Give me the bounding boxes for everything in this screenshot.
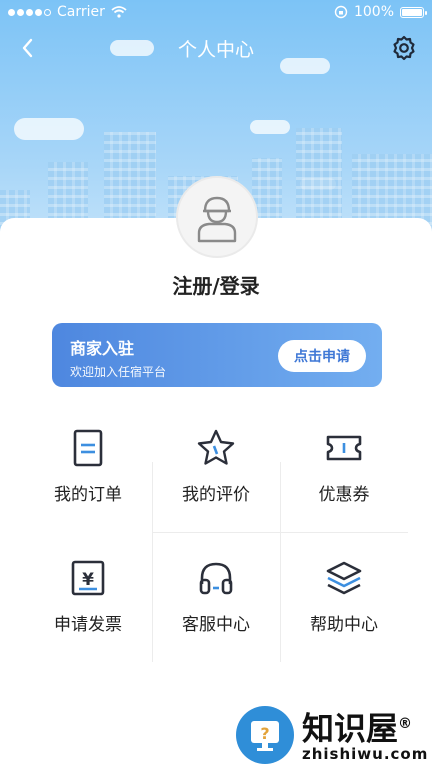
carrier-label: Carrier [57, 4, 105, 20]
coupon-icon [326, 435, 362, 461]
watermark-logo-icon: ? [236, 706, 294, 764]
menu-label: 客服中心 [182, 615, 250, 635]
merchant-banner: 商家入驻 欢迎加入任宿平台 点击申请 [52, 323, 382, 387]
cloud [250, 120, 290, 134]
layers-icon [326, 561, 362, 595]
svg-text:¥: ¥ [82, 570, 94, 590]
login-register-link[interactable]: 注册/登录 [0, 270, 432, 299]
menu-item-reviews[interactable]: 我的评价 [152, 410, 280, 532]
menu-label: 帮助中心 [310, 615, 378, 635]
menu-label: 我的评价 [182, 485, 250, 505]
page-title: 个人中心 [177, 38, 254, 61]
menu-item-invoice[interactable]: ¥ 申请发票 [24, 540, 152, 662]
cloud [14, 118, 84, 140]
divider [152, 532, 408, 533]
menu-item-help[interactable]: 帮助中心 [280, 540, 408, 662]
avatar[interactable] [176, 176, 258, 258]
user-avatar-icon [197, 196, 237, 243]
nav-bar: 个人中心 [0, 28, 432, 68]
battery-icon [400, 6, 427, 18]
menu-item-orders[interactable]: 我的订单 [24, 410, 152, 532]
menu-label: 优惠券 [318, 485, 370, 505]
status-bar: Carrier 100% [0, 0, 432, 24]
headset-icon [199, 562, 233, 595]
svg-text:?: ? [260, 724, 269, 743]
menu-label: 申请发票 [54, 615, 122, 635]
watermark: ? 知识屋® zhishiwu.com [236, 702, 432, 768]
menu-item-customer-service[interactable]: 客服中心 [152, 540, 280, 662]
star-icon [197, 429, 235, 465]
back-icon[interactable] [14, 34, 42, 62]
signal-icon [8, 8, 51, 16]
order-icon [73, 429, 103, 467]
wifi-icon [111, 6, 127, 18]
watermark-name: 知识屋 [302, 709, 399, 748]
menu-item-coupons[interactable]: 优惠券 [280, 410, 408, 532]
menu-label: 我的订单 [54, 485, 122, 505]
menu-grid: 我的订单 我的评价 优惠券 ¥ 申请发票 客服中心 帮助中心 [24, 410, 408, 670]
gear-icon[interactable] [390, 34, 418, 62]
orientation-lock-icon [334, 5, 348, 19]
watermark-domain: zhishiwu.com [302, 745, 429, 764]
invoice-icon: ¥ [71, 560, 105, 596]
battery-percent: 100% [353, 4, 394, 20]
apply-button[interactable]: 点击申请 [278, 340, 366, 372]
